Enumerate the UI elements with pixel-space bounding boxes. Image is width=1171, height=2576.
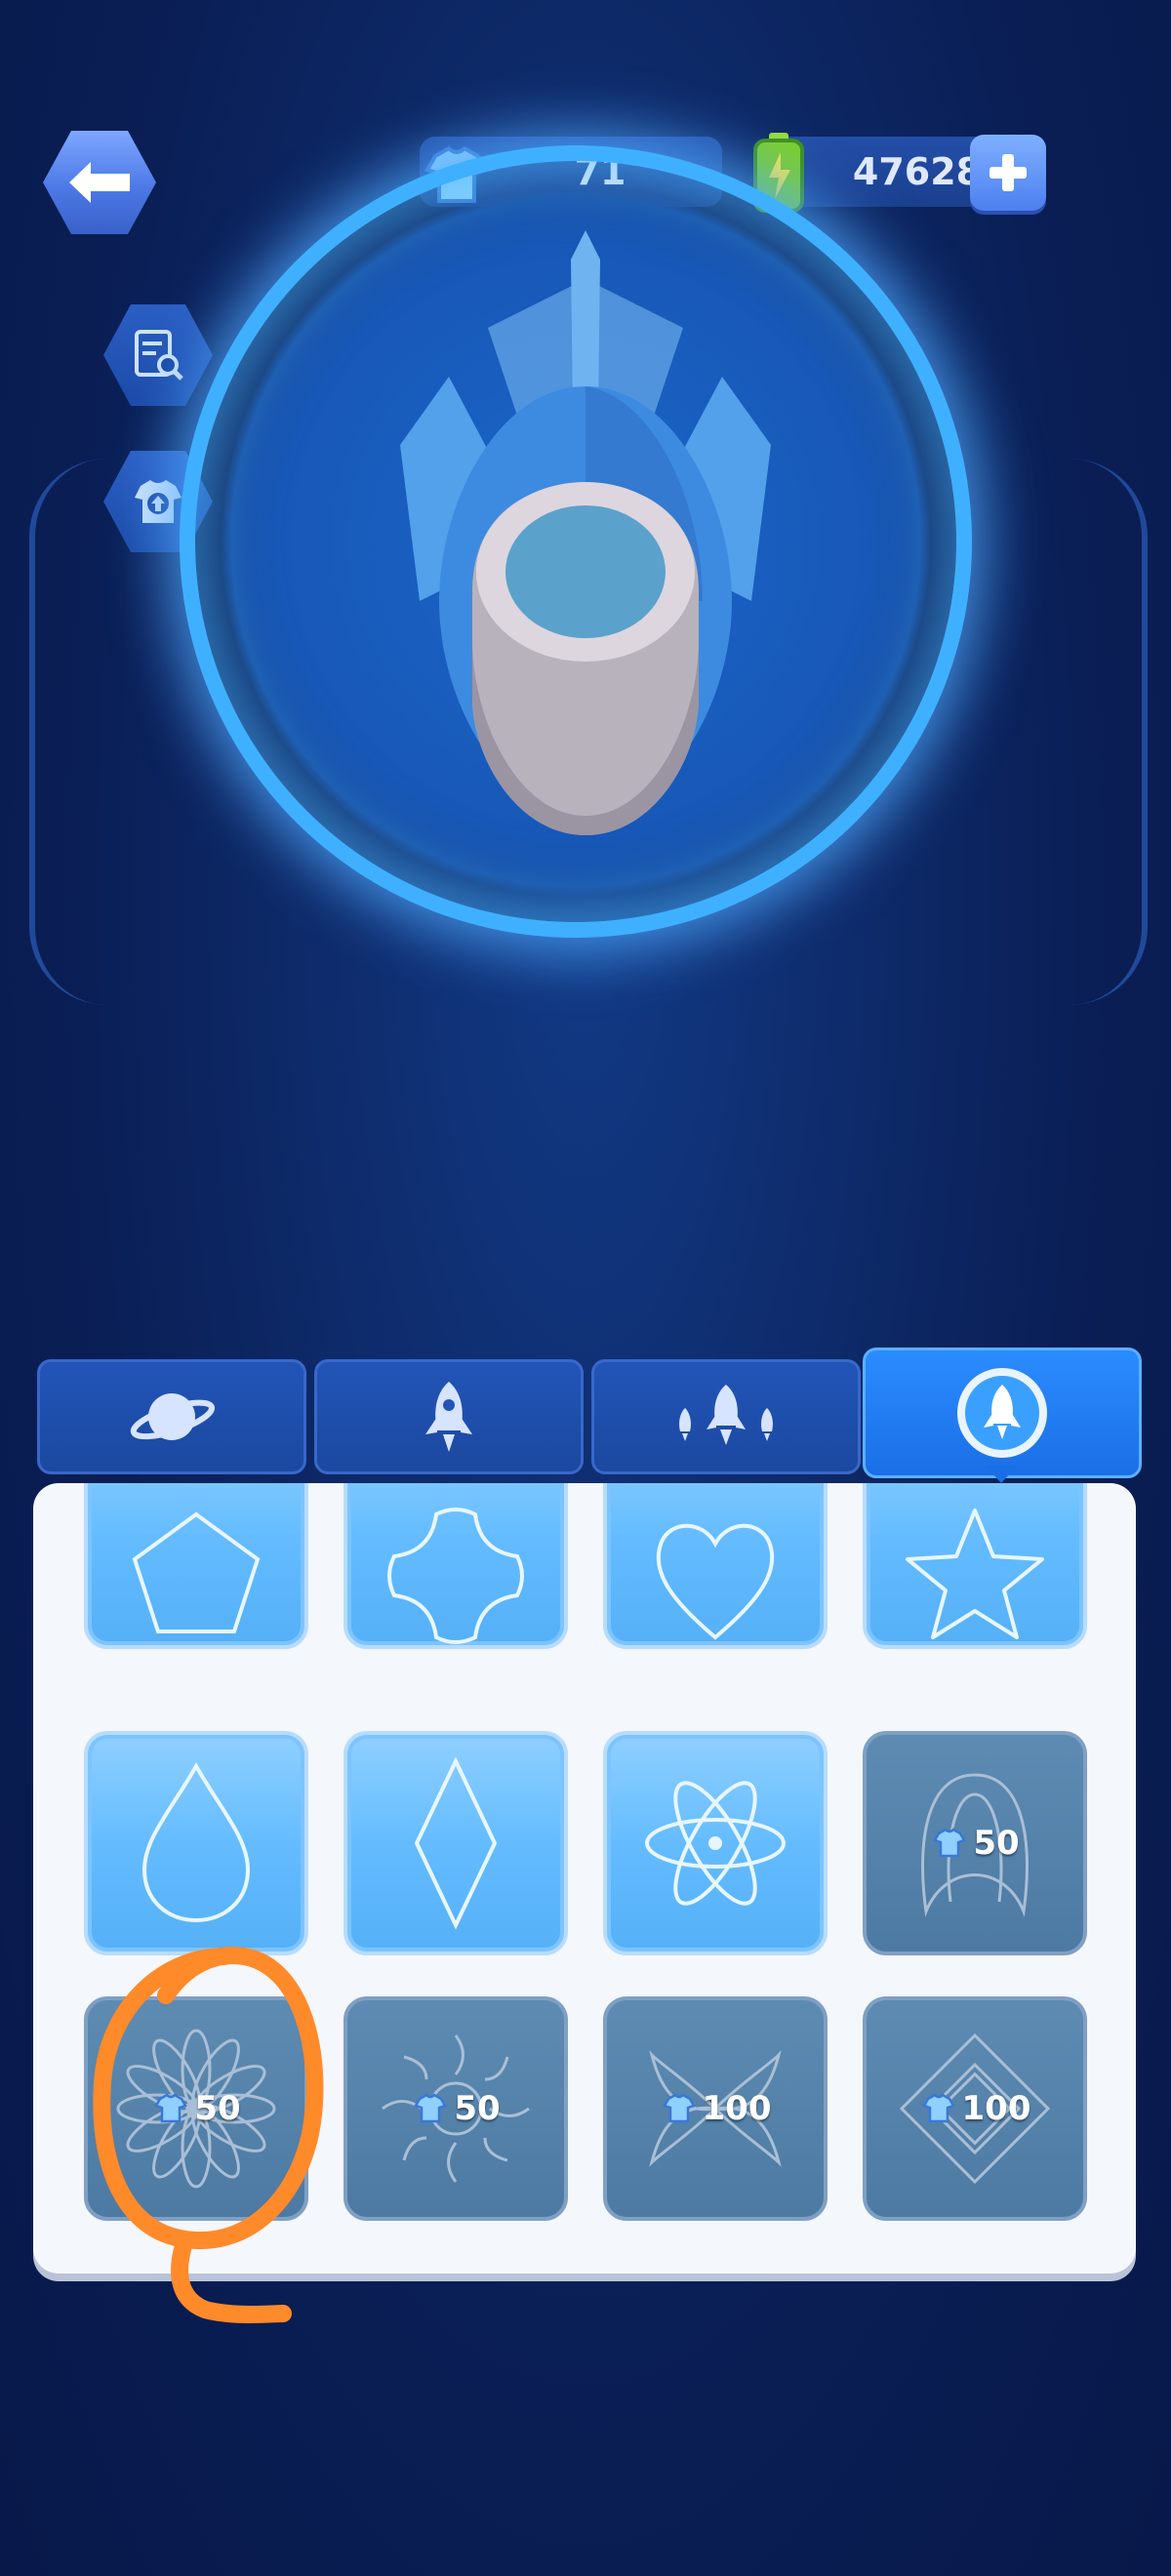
back-button[interactable] xyxy=(43,131,156,234)
skin-tile-loop-locked[interactable]: 50 xyxy=(863,1731,1087,1955)
rocket-badge-icon xyxy=(957,1368,1047,1458)
tab-fleet[interactable] xyxy=(591,1359,861,1474)
shirt-currency-icon xyxy=(414,2093,448,2123)
skin-tile-diamond[interactable] xyxy=(343,1731,568,1955)
star-icon xyxy=(906,1509,1044,1639)
add-energy-button[interactable] xyxy=(970,135,1046,211)
price-value: 100 xyxy=(961,2089,1031,2128)
back-arrow-icon xyxy=(69,162,130,203)
skin-tile-diamond-knot-locked[interactable]: 100 xyxy=(863,1996,1087,2221)
fleet-icon xyxy=(679,1385,773,1445)
diamond-icon xyxy=(414,1756,498,1930)
water-drop-icon xyxy=(141,1761,251,1923)
price-tag: 100 xyxy=(867,2089,1083,2128)
skin-tile-pentagon[interactable] xyxy=(84,1483,308,1649)
skin-tile-drop[interactable] xyxy=(84,1731,308,1955)
tab-rocket[interactable] xyxy=(314,1359,584,1474)
document-search-icon xyxy=(135,330,183,381)
pentagon-icon xyxy=(132,1511,261,1633)
price-value: 50 xyxy=(454,2089,501,2128)
skin-tile-leaf-flower-locked[interactable]: 100 xyxy=(603,1996,828,2221)
skin-tile-heart[interactable] xyxy=(603,1483,828,1649)
shirt-currency-icon xyxy=(921,2093,955,2123)
battery-icon xyxy=(751,131,806,215)
planet-icon xyxy=(130,1393,216,1440)
active-tab-pointer xyxy=(986,1466,1017,1483)
heart-icon xyxy=(656,1523,775,1640)
tab-planet[interactable] xyxy=(37,1359,306,1474)
price-value: 50 xyxy=(973,1824,1020,1863)
skin-tile-cross[interactable] xyxy=(343,1483,568,1649)
price-tag: 50 xyxy=(867,1824,1083,1863)
rocket-icon xyxy=(425,1382,472,1452)
atom-icon xyxy=(645,1781,786,1906)
shirt-currency-icon xyxy=(662,2093,696,2123)
skin-tile-star[interactable] xyxy=(863,1483,1087,1649)
plus-icon xyxy=(989,154,1027,191)
rounded-cross-icon xyxy=(387,1508,524,1644)
price-tag: 100 xyxy=(607,2089,824,2128)
energy-value: 47628 xyxy=(852,150,983,193)
right-frame-decoration xyxy=(1054,459,1148,1005)
tab-badge[interactable] xyxy=(863,1348,1142,1478)
shirt-currency-icon xyxy=(933,1828,967,1858)
shirt-upload-icon xyxy=(135,480,182,523)
left-frame-decoration xyxy=(29,459,123,1005)
price-value: 100 xyxy=(702,2089,772,2128)
skin-tile-atom[interactable] xyxy=(603,1731,828,1955)
spaceship-preview[interactable] xyxy=(342,230,829,855)
annotation-circle xyxy=(93,1947,324,2323)
inspect-button[interactable] xyxy=(103,304,213,406)
